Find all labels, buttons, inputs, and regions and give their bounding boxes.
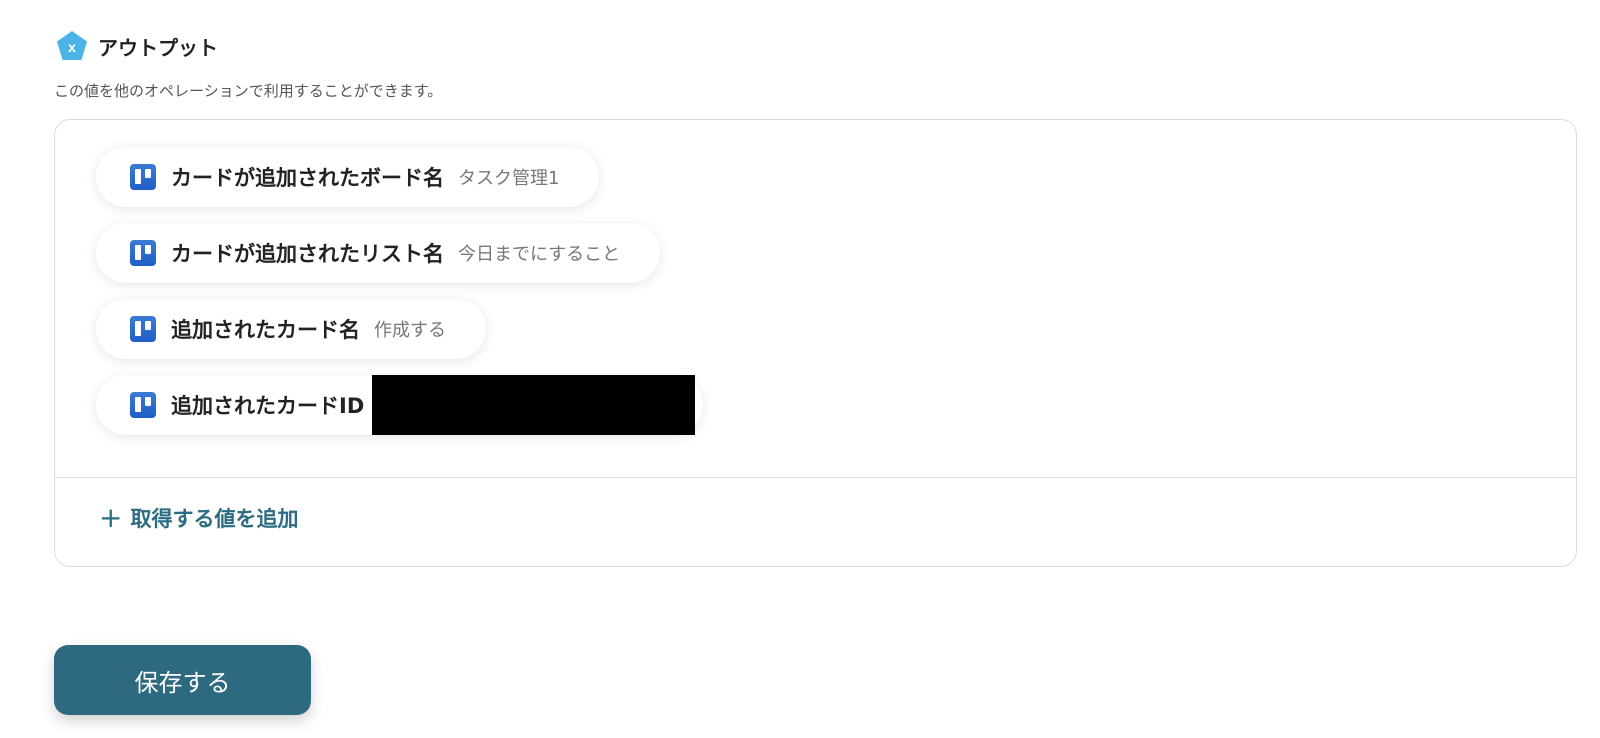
section-description: この値を他のオペレーションで利用することができます。 xyxy=(54,82,443,100)
output-item-value: 今日までにすること xyxy=(458,244,621,265)
output-item-value: タスク管理1 xyxy=(458,168,560,189)
output-item-label: カードが追加されたリスト名 xyxy=(171,242,444,266)
panel-divider xyxy=(55,477,1576,478)
output-item-board-name[interactable]: カードが追加されたボード名 タスク管理1 xyxy=(96,147,600,207)
section-title: アウトプット xyxy=(98,35,218,60)
save-button[interactable]: 保存する xyxy=(54,645,311,715)
trello-icon xyxy=(130,392,156,418)
trello-icon xyxy=(130,240,156,266)
output-item-list-name[interactable]: カードが追加されたリスト名 今日までにすること xyxy=(96,223,661,283)
redacted-value xyxy=(372,375,696,435)
output-item-label: カードが追加されたボード名 xyxy=(171,166,444,190)
output-item-value: 作成する xyxy=(374,320,446,341)
icon-letter: x xyxy=(68,39,76,55)
output-item-card-name[interactable]: 追加されたカード名 作成する xyxy=(96,299,486,359)
output-item-label: 追加されたカードID xyxy=(171,394,365,418)
add-value-label: 取得する値を追加 xyxy=(130,507,299,531)
trello-icon xyxy=(130,164,156,190)
output-section-header: x アウトプット xyxy=(56,30,218,62)
output-panel: カードが追加されたボード名 タスク管理1 カードが追加されたリスト名 今日までに… xyxy=(54,119,1577,567)
yoom-pentagon-x-icon: x xyxy=(57,31,87,60)
plus-icon: + xyxy=(99,501,123,534)
trello-icon xyxy=(130,316,156,342)
output-item-label: 追加されたカード名 xyxy=(171,318,360,342)
output-item-card-id[interactable]: 追加されたカードID xyxy=(96,375,704,435)
add-value-button[interactable]: + 取得する値を追加 xyxy=(99,498,298,538)
